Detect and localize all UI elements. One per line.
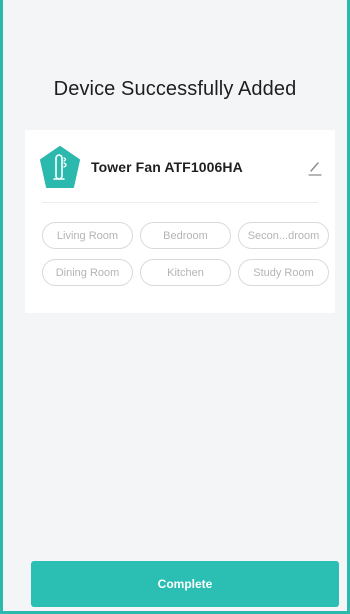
room-chip-kitchen[interactable]: Kitchen bbox=[140, 259, 231, 286]
device-row: Tower Fan ATF1006HA bbox=[25, 130, 335, 202]
device-name: Tower Fan ATF1006HA bbox=[91, 159, 243, 175]
app-screen: Device Successfully Added Tower Fan ATF1… bbox=[0, 0, 350, 614]
room-chip-living-room[interactable]: Living Room bbox=[42, 222, 133, 249]
tower-fan-icon bbox=[40, 146, 80, 188]
room-chip-second-bedroom[interactable]: Secon...droom bbox=[238, 222, 329, 249]
complete-button[interactable]: Complete bbox=[31, 561, 339, 607]
edit-icon[interactable] bbox=[307, 159, 323, 177]
room-chip-dining-room[interactable]: Dining Room bbox=[42, 259, 133, 286]
room-selector: Living Room Bedroom Secon...droom Dining… bbox=[42, 222, 330, 286]
divider bbox=[42, 202, 318, 203]
room-chip-bedroom[interactable]: Bedroom bbox=[140, 222, 231, 249]
page-title: Device Successfully Added bbox=[53, 78, 297, 100]
room-chip-study-room[interactable]: Study Room bbox=[238, 259, 329, 286]
device-card: Tower Fan ATF1006HA Living Room Bedroom … bbox=[25, 130, 335, 313]
